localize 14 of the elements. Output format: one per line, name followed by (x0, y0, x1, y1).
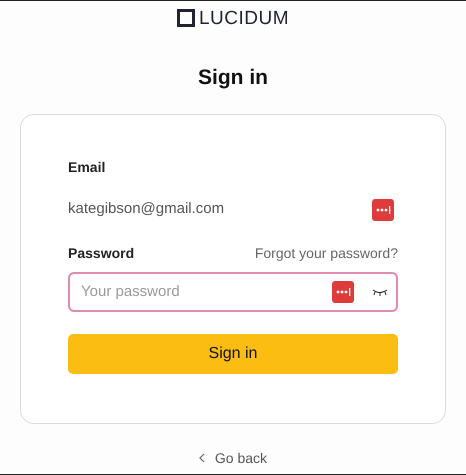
password-manager-icon[interactable] (372, 198, 394, 220)
password-field[interactable]: Your password (68, 272, 398, 312)
page-title: Sign in (198, 65, 268, 91)
forgot-password-link[interactable]: Forgot your password? (254, 242, 398, 264)
sign-in-button[interactable]: Sign in (68, 334, 398, 374)
go-back-link[interactable]: Go back (198, 448, 268, 468)
email-label: Email (68, 158, 106, 176)
logo-text: LUCIDUM (198, 8, 290, 28)
password-label: Password (68, 244, 134, 262)
hidden-eye-icon[interactable] (372, 288, 388, 296)
email-field[interactable]: kategibson@gmail.com (68, 194, 398, 226)
chevron-left-icon (198, 453, 205, 463)
password-manager-icon[interactable] (332, 280, 354, 302)
logo-square-icon (176, 9, 195, 27)
